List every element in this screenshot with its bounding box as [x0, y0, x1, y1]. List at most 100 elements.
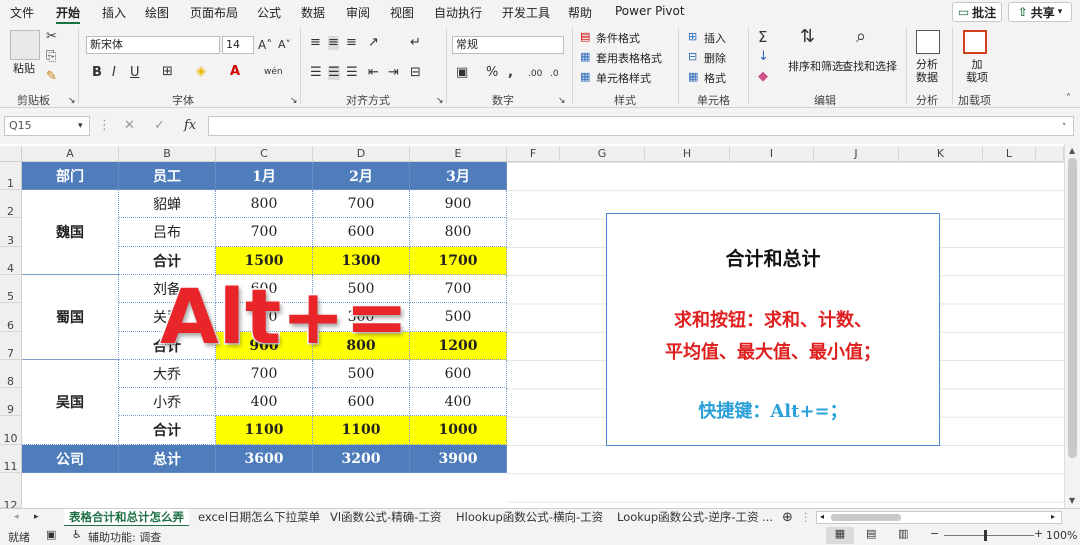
next-sheet-icon[interactable]: ▸ [34, 509, 39, 527]
menu-review[interactable]: 审阅 [346, 4, 370, 21]
vertical-scrollbar[interactable]: ▲ ▼ [1064, 144, 1080, 508]
sort-filter-button[interactable]: 排序和筛选 [788, 58, 843, 74]
horizontal-scrollbar[interactable]: ◂ ▸ [816, 511, 1062, 524]
find-select-button[interactable]: 查找和选择 [842, 58, 897, 74]
value-cell[interactable]: 600 [410, 360, 507, 388]
value-cell[interactable]: 800 [216, 190, 313, 218]
insert-cells-button[interactable]: 插入 [704, 30, 726, 46]
row-header-2[interactable]: 2 [0, 190, 22, 218]
value-cell[interactable]: 900 [410, 190, 507, 218]
align-middle-icon[interactable]: ≡ [328, 36, 339, 50]
row-header-8[interactable]: 8 [0, 360, 22, 388]
collapse-ribbon-icon[interactable]: ˄ [1066, 92, 1071, 106]
analyze-data-button[interactable]: 分析 数据 [916, 58, 938, 84]
wrap-text-icon[interactable]: ↵ [410, 36, 421, 50]
menu-insert[interactable]: 插入 [102, 4, 126, 21]
format-cells-button[interactable]: 格式 [704, 70, 726, 86]
table-header-cell[interactable]: 1月 [216, 162, 313, 190]
select-all-corner[interactable] [0, 146, 22, 162]
formula-input[interactable] [208, 116, 1074, 136]
sort-filter-icon[interactable]: ⇅ [800, 28, 815, 46]
value-cell[interactable]: 400 [216, 388, 313, 416]
underline-button[interactable]: U [130, 66, 140, 80]
menu-help[interactable]: 帮助 [568, 4, 592, 21]
col-header-b[interactable]: B [119, 146, 216, 162]
macro-record-icon[interactable]: ▣ [46, 528, 56, 541]
sheet-tab-active[interactable]: 表格合计和总计怎么弄 [64, 509, 189, 527]
value-cell[interactable]: 700 [313, 190, 410, 218]
font-color-icon[interactable]: A [230, 65, 240, 79]
menu-home[interactable]: 开始 [56, 4, 81, 24]
employee-cell[interactable]: 貂蝉 [119, 190, 216, 218]
grow-font-icon[interactable]: A˄ [258, 38, 272, 52]
table-format-icon[interactable]: ▦ [580, 50, 590, 64]
autosum-icon[interactable]: Σ [758, 30, 767, 45]
worksheet[interactable]: A B C D E F G H I J K L 1 2 3 4 5 6 7 8 … [0, 144, 1080, 508]
dept-cell[interactable]: 吴国 [22, 360, 119, 445]
scroll-right-icon[interactable]: ▸ [1051, 512, 1055, 521]
insert-cells-icon[interactable]: ⊞ [688, 30, 697, 44]
scroll-left-icon[interactable]: ◂ [820, 512, 824, 521]
dialog-launcher-icon[interactable]: ↘ [436, 94, 444, 108]
increase-decimal-icon[interactable]: .00 [528, 67, 542, 81]
bold-button[interactable]: B [92, 66, 102, 80]
copy-icon[interactable]: ⎘ [46, 50, 56, 64]
menu-page-layout[interactable]: 页面布局 [190, 4, 238, 21]
dialog-launcher-icon[interactable]: ↘ [558, 94, 566, 108]
menu-draw[interactable]: 绘图 [145, 4, 169, 21]
col-header-c[interactable]: C [216, 146, 313, 162]
border-icon[interactable]: ⊞ [162, 65, 173, 79]
dept-cell[interactable]: 蜀国 [22, 275, 119, 360]
value-cell[interactable]: 700 [216, 360, 313, 388]
format-painter-icon[interactable]: ✎ [46, 70, 57, 84]
value-cell[interactable]: 600 [313, 218, 410, 247]
find-select-icon[interactable]: ⌕ [856, 28, 866, 46]
col-header-e[interactable]: E [410, 146, 507, 162]
menu-formulas[interactable]: 公式 [257, 4, 281, 21]
paste-icon[interactable] [10, 30, 40, 60]
col-header-h[interactable]: H [645, 146, 730, 162]
subtotal-cell[interactable]: 1100 [216, 416, 313, 445]
total-label-cell[interactable]: 公司 [22, 445, 119, 473]
menu-data[interactable]: 数据 [301, 4, 325, 21]
delete-cells-button[interactable]: 删除 [704, 50, 726, 66]
share-button[interactable]: ⇧ 共享 ▾ [1008, 2, 1072, 22]
value-cell[interactable]: 600 [313, 388, 410, 416]
value-cell[interactable]: 400 [410, 388, 507, 416]
comma-style-icon[interactable]: , [508, 66, 513, 80]
addins-icon[interactable] [963, 30, 987, 54]
scroll-up-icon[interactable]: ▲ [1069, 146, 1075, 155]
sheet-tab[interactable]: excel日期怎么下拉菜单 [198, 509, 320, 527]
conditional-format-icon[interactable]: ▤ [580, 30, 590, 44]
accessibility-icon[interactable]: ♿ [72, 528, 82, 541]
grand-total-cell[interactable]: 3600 [216, 445, 313, 473]
align-bottom-icon[interactable]: ≡ [346, 36, 357, 50]
menu-view[interactable]: 视图 [390, 4, 414, 21]
menu-file[interactable]: 文件 [10, 4, 34, 21]
employee-cell[interactable]: 大乔 [119, 360, 216, 388]
fill-icon[interactable]: ↓ [758, 50, 769, 64]
scroll-down-icon[interactable]: ▼ [1069, 496, 1075, 505]
menu-developer[interactable]: 开发工具 [502, 4, 550, 21]
table-header-cell[interactable]: 部门 [22, 162, 119, 190]
currency-icon[interactable]: ▣ [456, 66, 468, 80]
col-header-d[interactable]: D [313, 146, 410, 162]
subtotal-label-cell[interactable]: 合计 [119, 416, 216, 445]
subtotal-cell[interactable]: 1300 [313, 247, 410, 275]
sheet-tab[interactable]: Vl函数公式-精确-工资 [330, 509, 441, 527]
grand-total-cell[interactable]: 3200 [313, 445, 410, 473]
total-label-cell[interactable]: 总计 [119, 445, 216, 473]
col-header-a[interactable]: A [22, 146, 119, 162]
addins-button[interactable]: 加 载项 [966, 58, 988, 84]
align-top-icon[interactable]: ≡ [310, 36, 321, 50]
number-format-select[interactable]: 常规 [452, 36, 564, 54]
row-header-3[interactable]: 3 [0, 218, 22, 247]
subtotal-cell[interactable]: 1100 [313, 416, 410, 445]
expand-formula-icon[interactable]: ˅ [1062, 121, 1067, 135]
col-header-l[interactable]: L [983, 146, 1036, 162]
normal-view-icon[interactable]: ▦ [826, 527, 854, 544]
row-header-9[interactable]: 9 [0, 388, 22, 416]
dept-cell[interactable]: 魏国 [22, 190, 119, 275]
format-as-table-button[interactable]: 套用表格格式 [596, 50, 662, 66]
zoom-level[interactable]: 100% [1046, 529, 1077, 542]
